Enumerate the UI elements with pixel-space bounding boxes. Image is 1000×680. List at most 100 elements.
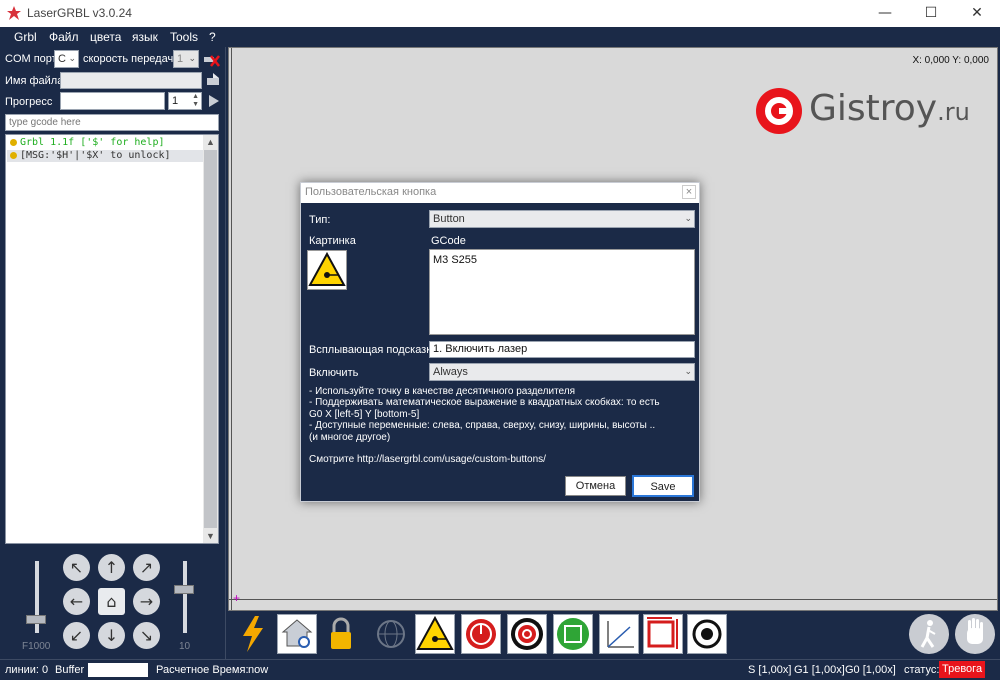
walk-button[interactable] xyxy=(909,614,949,654)
padlock-icon xyxy=(331,617,351,649)
home-button[interactable]: ⌂ xyxy=(98,588,125,615)
jog-right-button[interactable]: → xyxy=(133,588,160,615)
chevron-down-icon: ⌄ xyxy=(68,53,76,63)
close-button[interactable]: ✕ xyxy=(954,0,1000,27)
buffer-label: Buffer xyxy=(55,664,85,676)
jog-down-left-button[interactable]: ↙ xyxy=(63,622,90,649)
minimize-button[interactable]: — xyxy=(862,0,908,27)
tooltip-input[interactable]: 1. Включить лазер xyxy=(429,341,695,358)
speed-slider-thumb[interactable] xyxy=(26,615,46,624)
circle-button[interactable] xyxy=(687,614,727,654)
step-slider[interactable] xyxy=(183,561,187,633)
menu-bar: Grbl Файл цвета язык Tools ? xyxy=(0,27,1000,47)
jog-left-button[interactable]: ← xyxy=(63,588,90,615)
jog-down-right-button[interactable]: ↘ xyxy=(133,622,160,649)
time-label: Расчетное Время: xyxy=(156,664,249,676)
resize-button[interactable] xyxy=(643,614,683,654)
stepper-arrows-icon: ▲ ▼ xyxy=(192,93,199,108)
scroll-up-icon[interactable]: ▲ xyxy=(203,135,218,149)
circle-dot-icon xyxy=(692,619,722,649)
frame-button[interactable] xyxy=(553,614,593,654)
enable-label: Включить xyxy=(309,367,359,379)
red-power-icon xyxy=(466,619,496,649)
lines-value: 0 xyxy=(42,664,49,676)
gcode-input[interactable] xyxy=(5,114,219,131)
dialog-close-button[interactable]: × xyxy=(682,185,696,199)
type-select[interactable]: Button ⌄ xyxy=(429,210,695,228)
axes-button[interactable] xyxy=(599,614,639,654)
gcode-textarea[interactable]: M3 S255 xyxy=(429,249,695,335)
step-slider-thumb[interactable] xyxy=(174,585,194,594)
save-button[interactable]: Save xyxy=(632,475,694,497)
jog-down-button[interactable]: ↓ xyxy=(98,622,125,649)
laser-warning-icon xyxy=(308,251,346,286)
state-badge: Тревога xyxy=(939,661,986,678)
home-zoom-button[interactable] xyxy=(277,614,317,654)
help-link[interactable]: Смотрите http://lasergrbl.com/usage/cust… xyxy=(309,454,546,465)
jog-up-button[interactable]: ↑ xyxy=(98,554,125,581)
g1-override[interactable]: G1 [1,00x] xyxy=(794,664,845,676)
coordinates-readout: X: 0,000 Y: 0,000 xyxy=(912,55,989,66)
copies-stepper[interactable]: 1 ▲ ▼ xyxy=(168,92,202,110)
menu-colors[interactable]: цвета xyxy=(90,30,121,44)
cancel-button[interactable]: Отмена xyxy=(565,476,626,496)
globe-button[interactable] xyxy=(371,614,411,654)
menu-file[interactable]: Файл xyxy=(49,30,79,44)
walk-icon xyxy=(920,620,936,648)
step-value: 10 xyxy=(179,641,191,652)
custom-button-dialog: Пользовательская кнопка × Тип: Button ⌄ К… xyxy=(300,182,700,502)
status-bar: линии: 0 Buffer Расчетное Время: now S [… xyxy=(0,659,1000,680)
tooltip-label: Всплывающая подсказка xyxy=(309,344,438,356)
lightning-icon xyxy=(243,616,263,652)
jog-up-right-button[interactable]: ↗ xyxy=(133,554,160,581)
info-dot-icon xyxy=(10,152,17,159)
scroll-thumb[interactable] xyxy=(204,150,217,528)
x-axis xyxy=(229,599,997,600)
hand-stop-icon xyxy=(967,618,983,644)
gcode-label: GCode xyxy=(431,235,466,247)
connect-icon[interactable] xyxy=(202,50,220,68)
play-icon[interactable] xyxy=(206,94,220,108)
enable-select[interactable]: Always ⌄ xyxy=(429,363,695,381)
baud-label: скорость передачи xyxy=(83,53,180,65)
globe-icon xyxy=(377,620,405,648)
laser-button[interactable] xyxy=(415,614,455,654)
progress-bar xyxy=(60,92,165,110)
state-label: статус: xyxy=(904,664,940,676)
target-button[interactable] xyxy=(507,614,547,654)
image-picker[interactable] xyxy=(307,250,347,290)
com-port-label: COM порт xyxy=(5,53,57,65)
lock-button[interactable] xyxy=(321,614,361,654)
menu-language[interactable]: язык xyxy=(132,30,158,44)
chevron-down-icon: ⌄ xyxy=(684,213,692,223)
watermark-text: Gistroy.ru xyxy=(809,88,970,129)
scroll-down-icon[interactable]: ▼ xyxy=(203,529,218,543)
info-dot-icon xyxy=(10,139,17,146)
app-logo-icon xyxy=(7,6,21,20)
y-axis xyxy=(231,48,232,610)
green-frame-icon xyxy=(557,618,589,650)
menu-help[interactable]: ? xyxy=(209,30,216,44)
filename-label: Имя файла xyxy=(5,75,64,87)
console-line: [MSG:'$H'|'$X' to unlock] xyxy=(7,150,203,162)
s-override[interactable]: S [1,00x] xyxy=(748,664,791,676)
com-port-select[interactable]: C ⌄ xyxy=(54,50,79,68)
baud-select[interactable]: 1 ⌄ xyxy=(173,50,199,68)
menu-grbl[interactable]: Grbl xyxy=(14,30,37,44)
origin-marker: + xyxy=(233,591,241,605)
lightning-button[interactable] xyxy=(233,614,273,654)
power-button[interactable] xyxy=(461,614,501,654)
time-value: now xyxy=(248,664,269,676)
maximize-button[interactable]: ☐ xyxy=(908,0,954,27)
g0-override[interactable]: G0 [1,00x] xyxy=(845,664,896,676)
stop-button[interactable] xyxy=(955,614,995,654)
speed-value: F1000 xyxy=(22,641,51,652)
dialog-title: Пользовательская кнопка xyxy=(301,183,699,203)
red-resize-icon xyxy=(647,617,678,649)
jog-up-left-button[interactable]: ↖ xyxy=(63,554,90,581)
lines-label: линии: xyxy=(5,664,39,676)
console-scrollbar[interactable]: ▲ ▼ xyxy=(203,135,218,543)
menu-tools[interactable]: Tools xyxy=(170,30,198,44)
open-file-icon[interactable] xyxy=(205,72,221,88)
help-text: - Используйте точку в качестве десятично… xyxy=(309,386,660,443)
